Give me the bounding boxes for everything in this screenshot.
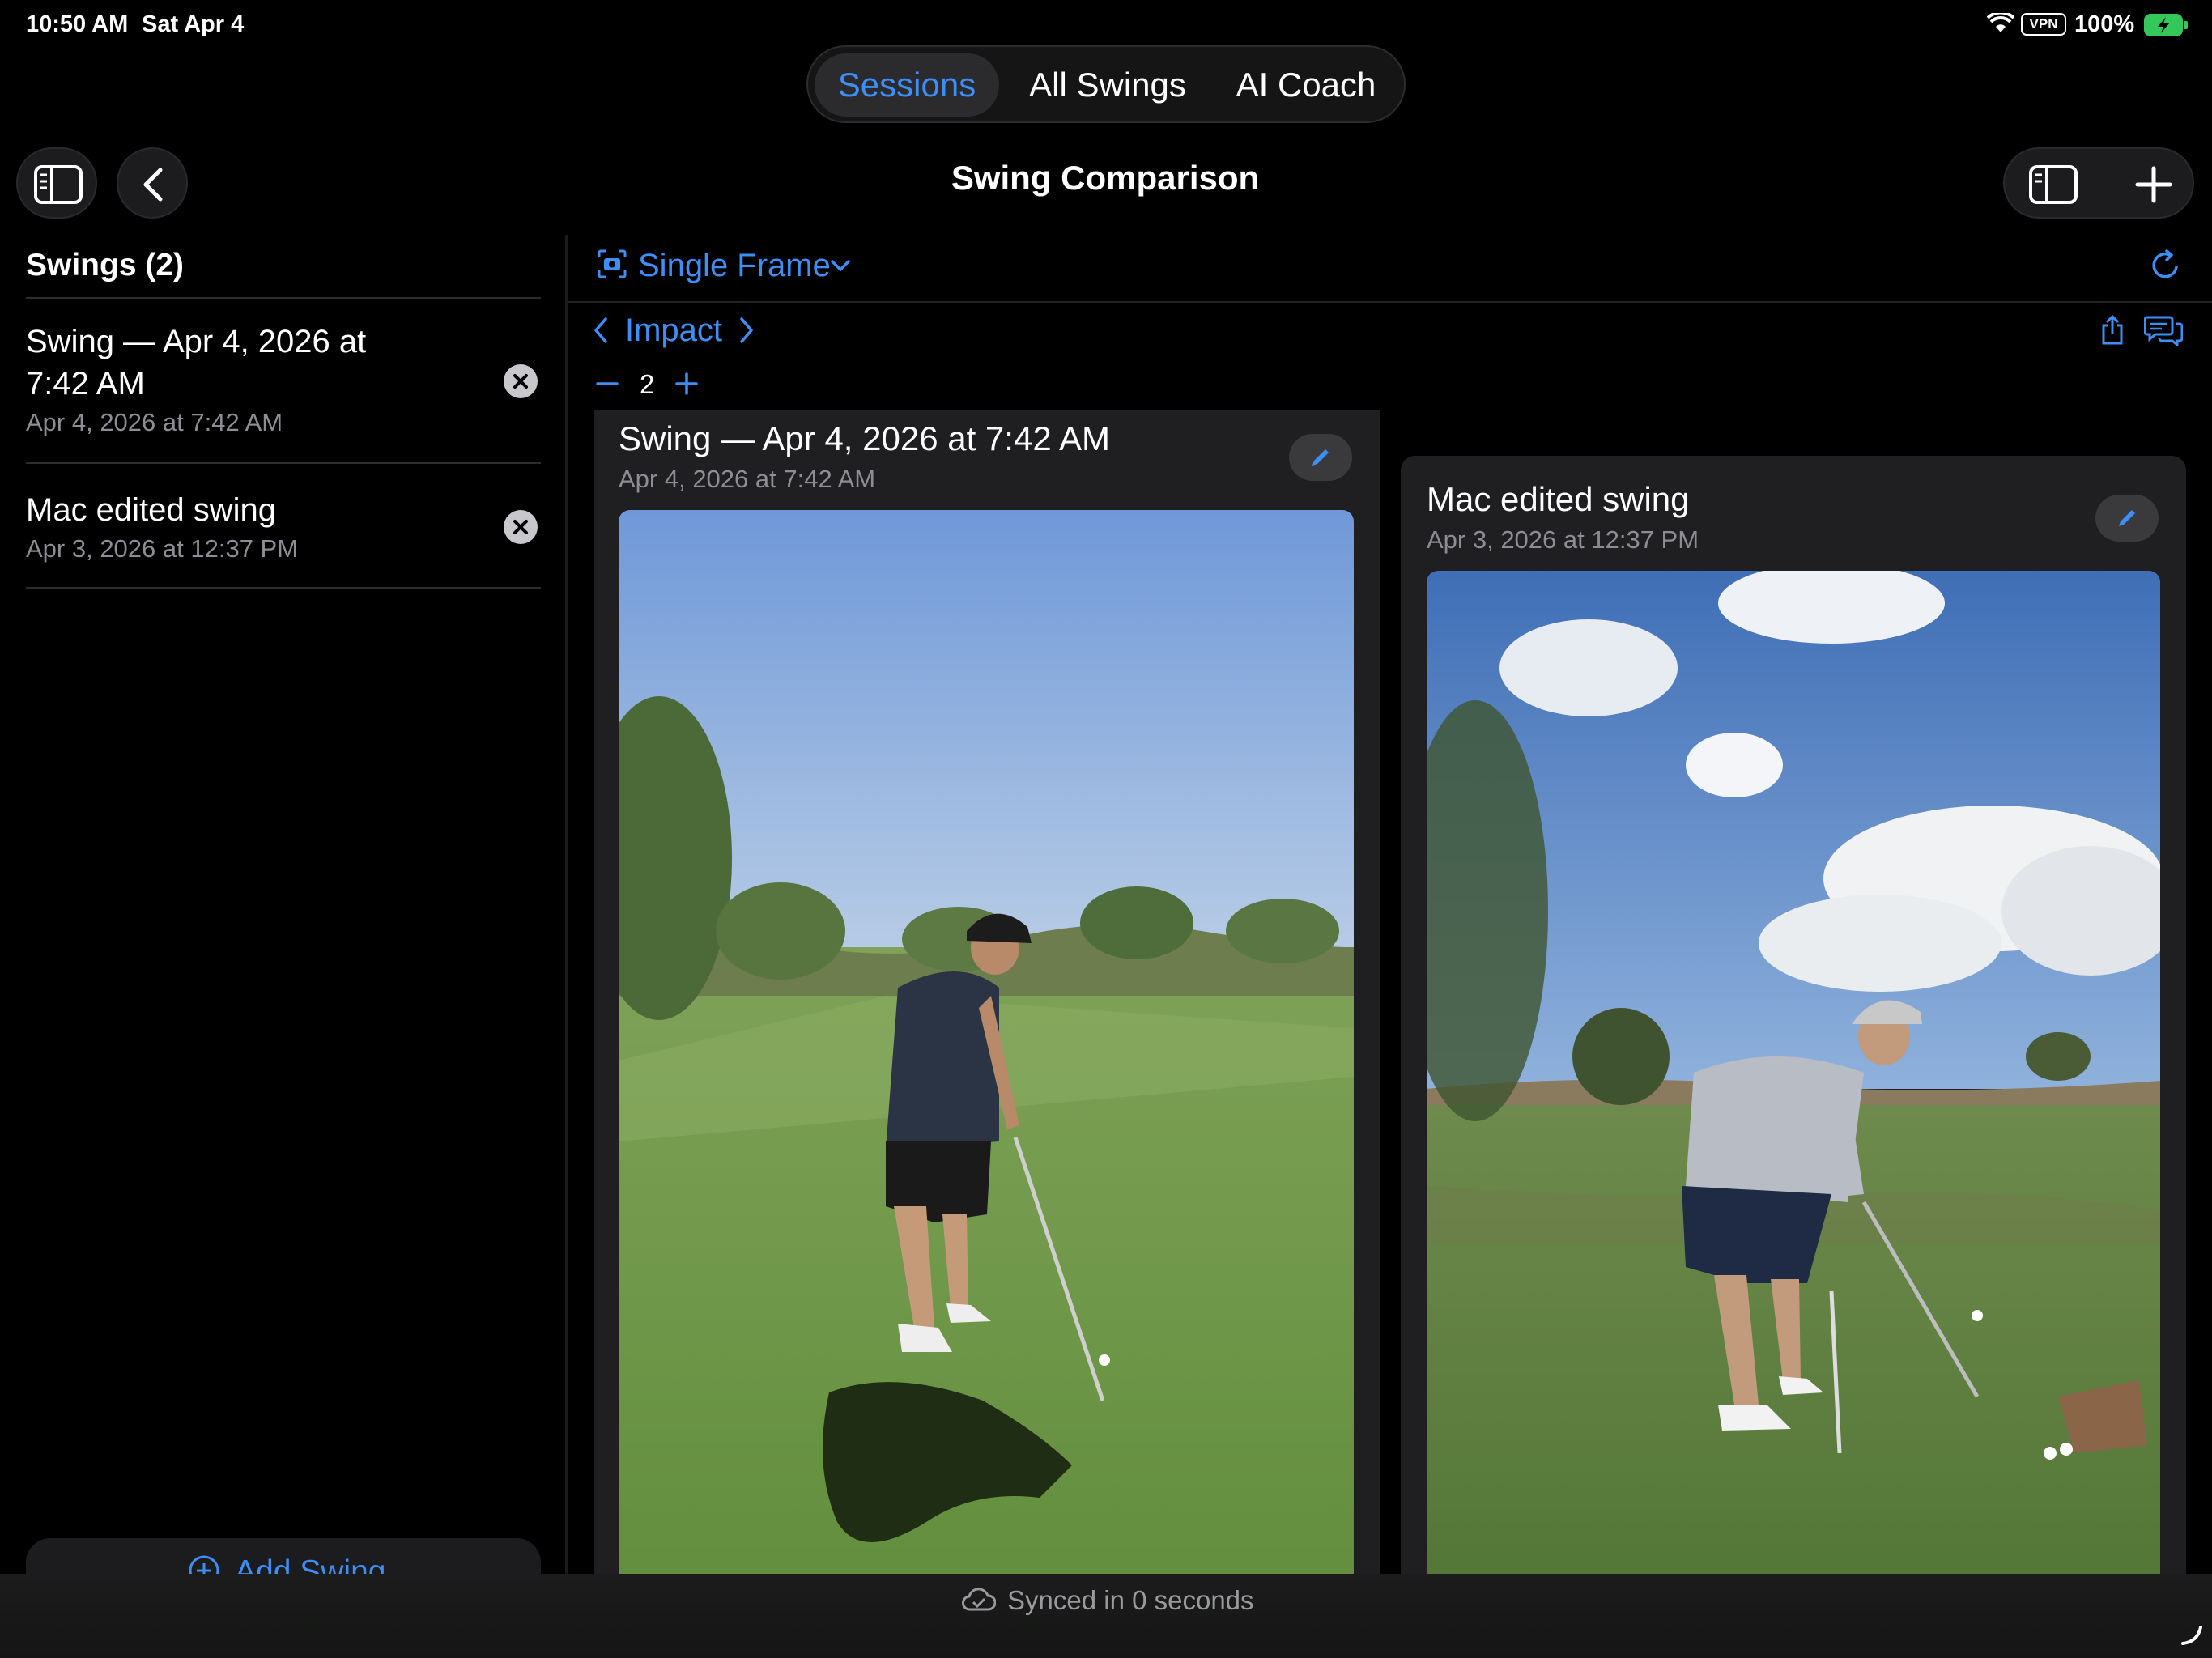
close-icon <box>513 520 528 534</box>
plus-icon <box>2135 166 2172 203</box>
list-item[interactable]: Swing — Apr 4, 2026 at 7:42 AM Apr 4, 20… <box>0 300 565 461</box>
decrease-count-button[interactable] <box>596 372 619 399</box>
add-button[interactable] <box>2134 165 2173 208</box>
card-title: Mac edited swing <box>1427 480 1690 518</box>
vpn-badge: VPN <box>2021 13 2066 36</box>
swing-title: Mac edited swing <box>26 492 277 528</box>
resize-corner-icon <box>2181 1626 2202 1645</box>
tab-all-swings[interactable]: All Swings <box>1010 53 1205 117</box>
chat-bubbles-icon <box>2143 316 2184 348</box>
right-toolbar-group <box>2003 147 2194 219</box>
minus-icon <box>596 382 619 385</box>
chevron-down-icon[interactable] <box>829 257 852 278</box>
chevron-left-icon <box>143 168 163 202</box>
swing-card: Mac edited swing Apr 3, 2026 at 12:37 PM <box>1401 456 2186 1658</box>
sync-status-text: Synced in 0 seconds <box>1007 1585 1254 1615</box>
status-date: Sat Apr 4 <box>142 11 245 37</box>
previous-phase-button[interactable] <box>591 316 612 349</box>
tab-ai-coach[interactable]: AI Coach <box>1221 53 1391 117</box>
toggle-sidebar-button[interactable] <box>16 147 97 219</box>
sidebar-icon <box>2029 165 2078 204</box>
sidebar-separator <box>565 235 568 1658</box>
swing-video-frame[interactable] <box>1427 571 2160 1658</box>
refresh-icon <box>2152 249 2178 278</box>
sidebar-icon <box>34 165 83 204</box>
golfer-photo-2 <box>1427 571 2160 1658</box>
divider <box>26 587 541 589</box>
refresh-button[interactable] <box>2147 248 2183 287</box>
swing-date: Apr 3, 2026 at 12:37 PM <box>26 534 299 563</box>
swing-video-frame[interactable] <box>619 510 1354 1658</box>
pencil-icon <box>1312 449 1329 466</box>
share-button[interactable] <box>2099 314 2126 351</box>
card-title: Swing — Apr 4, 2026 at 7:42 AM <box>619 419 1111 457</box>
share-icon <box>2102 314 2123 345</box>
increase-count-button[interactable] <box>675 372 698 399</box>
battery-percent: 100% <box>2074 11 2135 37</box>
view-mode-selector[interactable]: Single Frame <box>638 248 831 284</box>
close-icon <box>513 374 528 389</box>
chevron-right-icon <box>740 317 753 343</box>
edit-swing-button[interactable] <box>1289 434 1352 481</box>
pencil-icon <box>2119 510 2135 526</box>
back-button[interactable] <box>117 147 188 219</box>
list-item[interactable]: Mac edited swing Apr 3, 2026 at 12:37 PM <box>0 465 565 586</box>
divider <box>568 301 2212 303</box>
swing-date: Apr 4, 2026 at 7:42 AM <box>26 408 283 436</box>
divider <box>26 462 541 464</box>
remove-swing-button[interactable] <box>504 364 538 398</box>
remove-swing-button[interactable] <box>504 510 538 544</box>
sidebar-header: Swings (2) <box>26 248 185 283</box>
golfer-photo-1 <box>619 510 1354 1658</box>
single-frame-icon <box>596 248 628 284</box>
next-phase-button[interactable] <box>735 316 756 349</box>
battery-icon <box>2144 13 2189 41</box>
frame-count: 2 <box>640 369 655 399</box>
chevron-left-icon <box>594 317 607 343</box>
swing-title-line1: Swing — Apr 4, 2026 at <box>26 324 367 359</box>
divider <box>26 297 541 299</box>
plus-icon <box>675 372 698 395</box>
edit-swing-button[interactable] <box>2095 495 2159 542</box>
main-tab-bar: Sessions All Swings AI Coach <box>806 45 1406 123</box>
tab-sessions[interactable]: Sessions <box>815 53 999 117</box>
page-title: Swing Comparison <box>951 159 1260 197</box>
swing-card: Swing — Apr 4, 2026 at 7:42 AM Apr 4, 20… <box>594 410 1380 1658</box>
wifi-icon <box>1986 11 2015 38</box>
cloud-check-icon <box>962 1587 997 1617</box>
phase-label: Impact <box>625 312 723 348</box>
resize-handle[interactable] <box>2180 1622 2204 1651</box>
comments-button[interactable] <box>2143 314 2184 351</box>
status-time: 10:50 AM <box>26 11 129 37</box>
card-subtitle: Apr 3, 2026 at 12:37 PM <box>1427 525 1699 554</box>
card-subtitle: Apr 4, 2026 at 7:42 AM <box>619 465 876 493</box>
swing-title-line2: 7:42 AM <box>26 366 145 402</box>
inspector-toggle-button[interactable] <box>2029 165 2078 208</box>
